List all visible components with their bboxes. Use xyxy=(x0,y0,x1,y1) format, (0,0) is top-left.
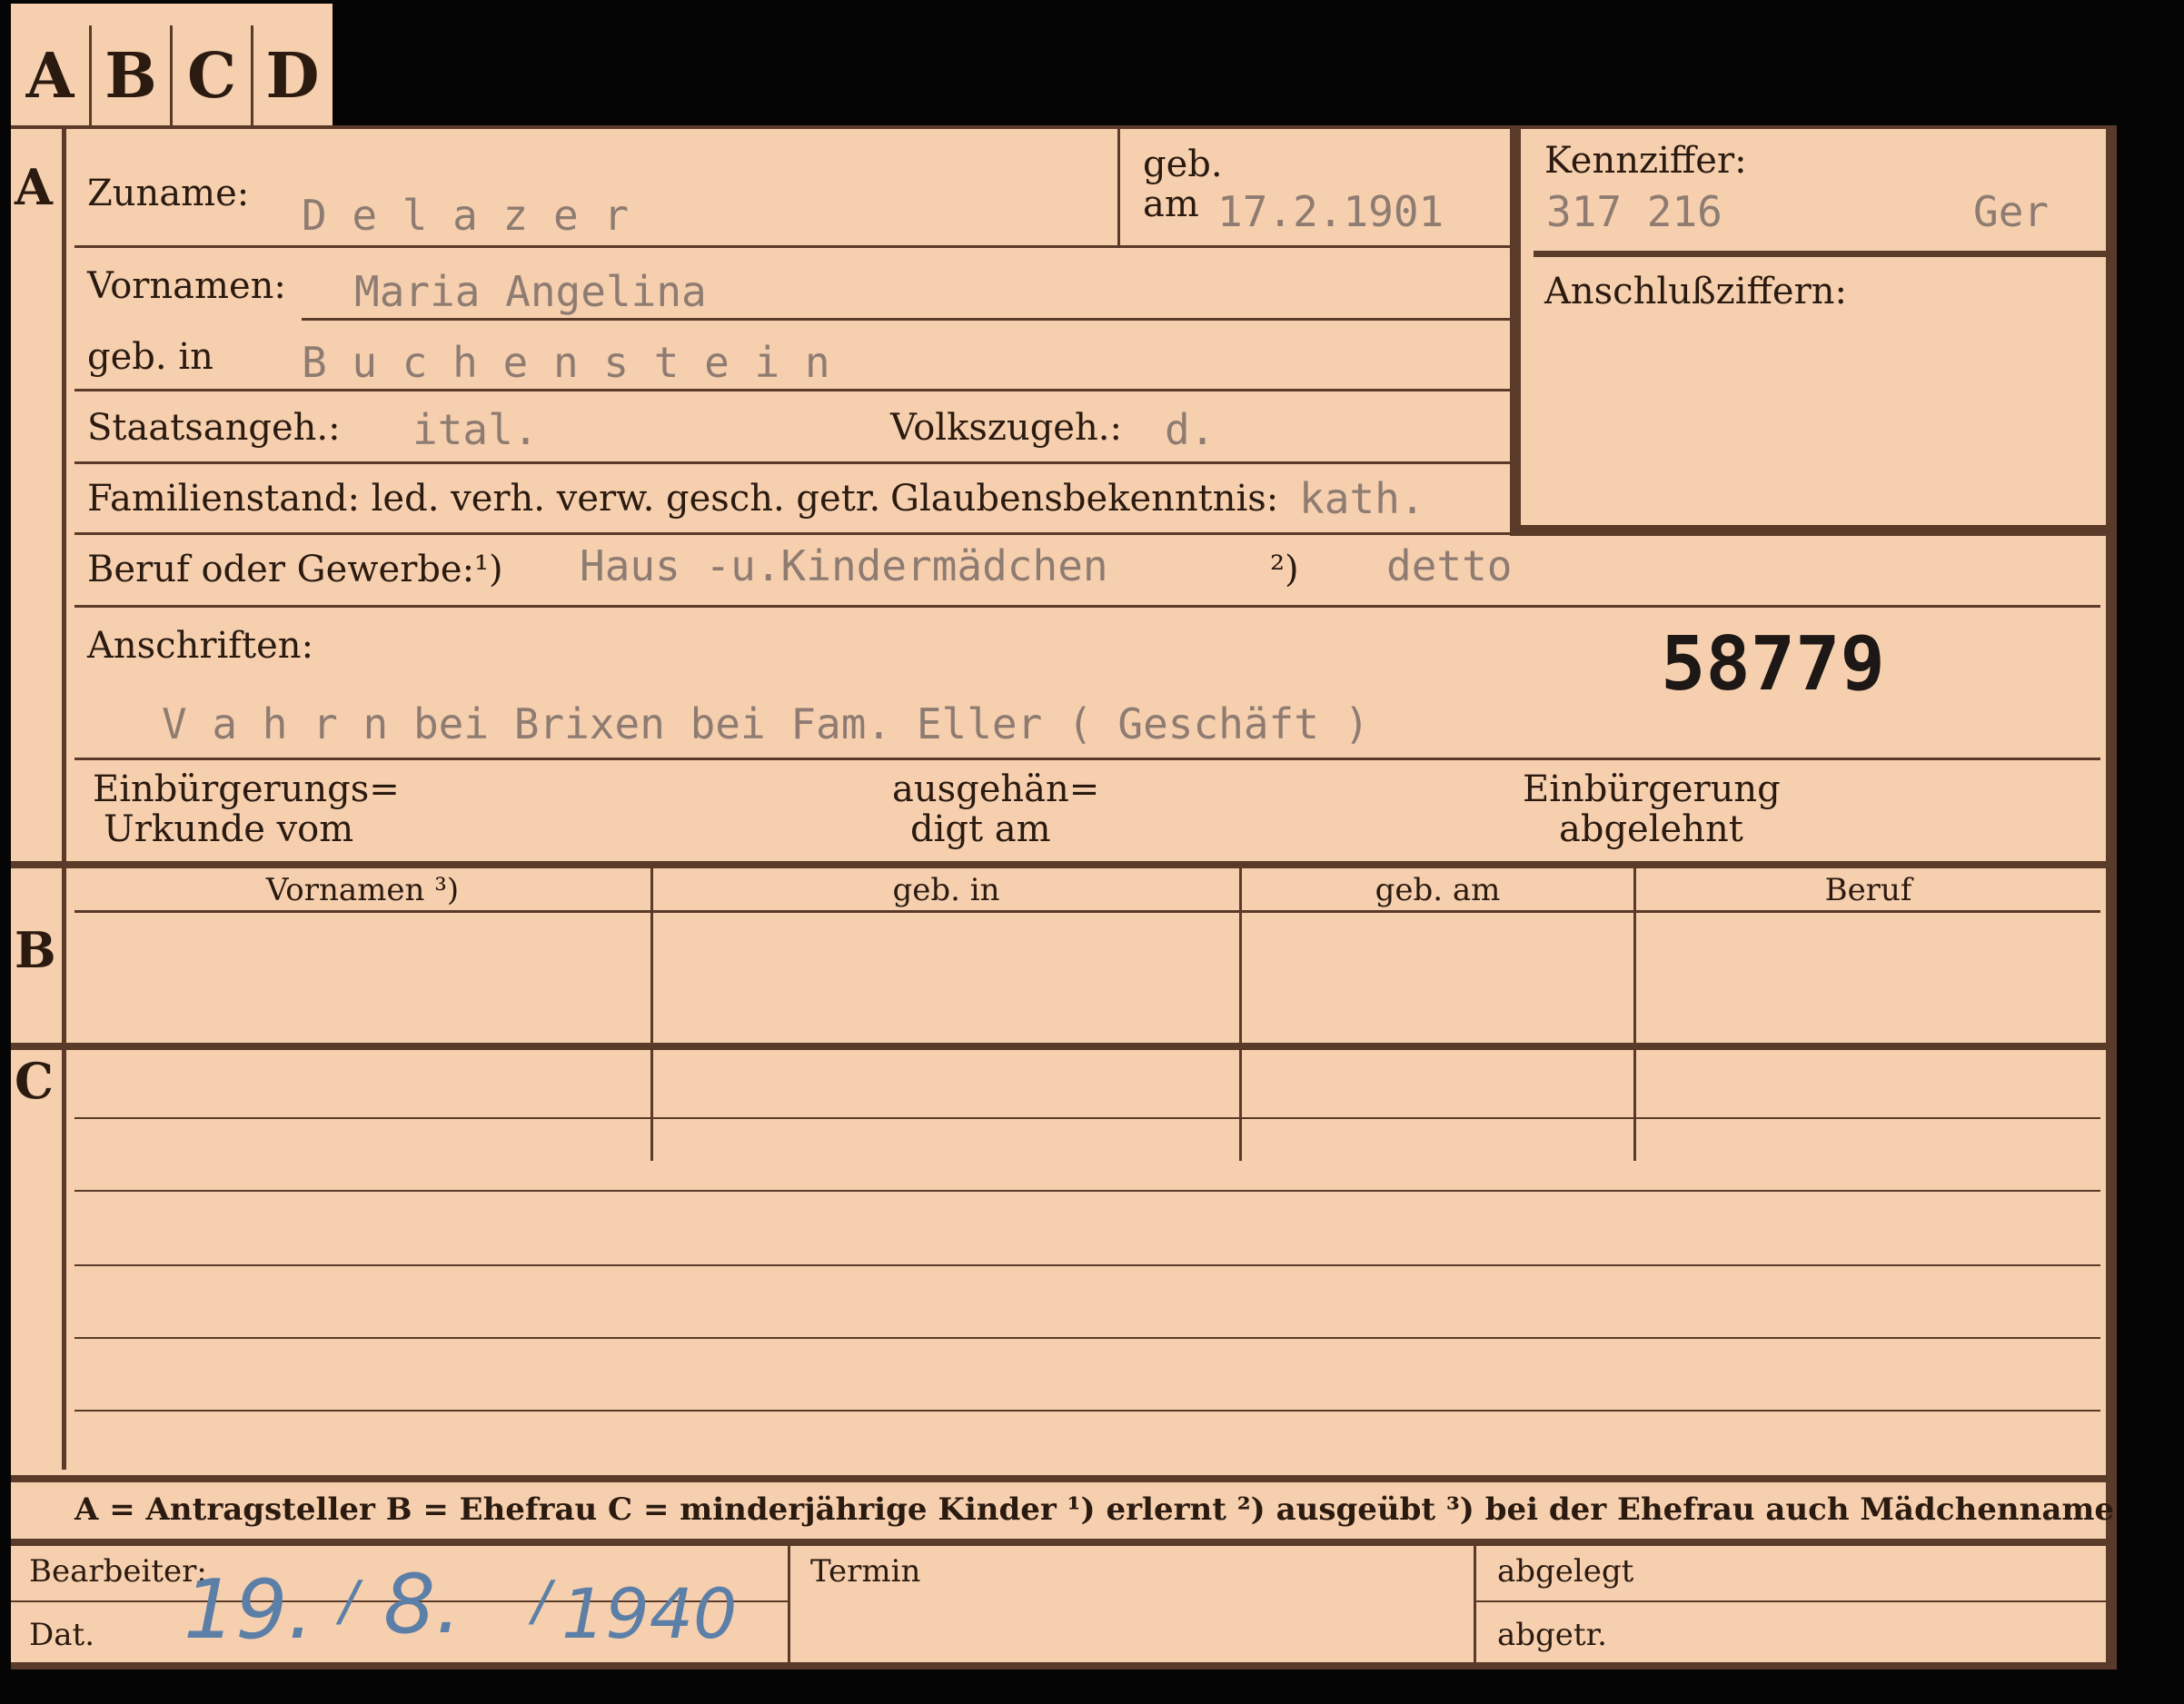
row-line xyxy=(74,1337,2100,1339)
legend-bottom-border xyxy=(11,1539,2106,1546)
beruf-label: Beruf oder Gewerbe: xyxy=(87,549,475,590)
ausgehaendigt-label-1: ausgehän= xyxy=(892,768,1100,810)
tab-a[interactable]: A xyxy=(11,25,92,127)
section-marker-divider xyxy=(62,125,66,1470)
kennziffer-box-left xyxy=(1510,125,1521,536)
tab-strip: A B C D xyxy=(11,4,333,127)
anschriften-value: V a h r n bei Brixen bei Fam. Eller ( Ge… xyxy=(162,699,1370,748)
anschlussziffern-label: Anschlußziffern: xyxy=(1544,271,1847,312)
row-line xyxy=(74,758,2100,760)
dat-label: Dat. xyxy=(29,1617,95,1653)
b-col-beruf: Beruf xyxy=(1824,872,1912,908)
vornamen-label: Vornamen: xyxy=(87,265,286,307)
card-right-border xyxy=(2106,125,2117,1669)
ausgehaendigt-label-2: digt am xyxy=(910,808,1051,850)
row-line xyxy=(74,605,2100,608)
handwritten-year: 1940 xyxy=(561,1573,738,1654)
b-col-vornamen: Vornamen ³) xyxy=(265,872,460,908)
zuname-value: D e l a z e r xyxy=(302,191,630,240)
section-c-marker: C xyxy=(15,1052,54,1110)
volkszugeh-label: Volkszugeh.: xyxy=(890,407,1122,449)
b-col-geb-am: geb. am xyxy=(1375,872,1501,908)
section-b-marker: B xyxy=(15,921,56,979)
handwritten-day: 19. xyxy=(184,1562,314,1658)
vornamen-value: Maria Angelina xyxy=(354,267,707,316)
handwritten-sep-2: / xyxy=(532,1570,551,1633)
section-b-top-border xyxy=(11,861,2106,868)
einbuergerungs-urkunde-label-2: Urkunde vom xyxy=(104,808,354,850)
geb-in-value: B u c h e n s t e i n xyxy=(302,338,830,387)
kennziffer-suffix: Ger xyxy=(1973,187,2050,236)
legend-top-border xyxy=(11,1475,2106,1482)
row-line xyxy=(74,245,1510,248)
einbuergerung-abgelehnt-label-2: abgelehnt xyxy=(1559,808,1743,850)
einbuergerung-abgelehnt-label-1: Einbürgerung xyxy=(1523,768,1781,810)
termin-label: Termin xyxy=(810,1553,921,1590)
row-line xyxy=(74,461,1510,464)
bearbeiter-label: Bearbeiter: xyxy=(29,1553,207,1590)
am-label: am xyxy=(1143,183,1199,225)
footer-divider xyxy=(788,1546,790,1664)
staatsangeh-label: Staatsangeh.: xyxy=(87,407,341,449)
footer-divider xyxy=(1474,1546,1476,1664)
glaubensbekenntnis-value: kath. xyxy=(1299,474,1425,523)
geb-divider xyxy=(1117,125,1120,245)
abgetr-label: abgetr. xyxy=(1497,1617,1607,1653)
handwritten-month: 8. xyxy=(383,1557,462,1652)
row-line xyxy=(302,318,1510,321)
volkszugeh-value: d. xyxy=(1165,405,1216,454)
tab-b[interactable]: B xyxy=(92,25,173,127)
einbuergerungs-urkunde-label-1: Einbürgerungs= xyxy=(93,768,400,810)
row-line xyxy=(74,1117,2100,1119)
zuname-label: Zuname: xyxy=(87,173,250,214)
tab-d[interactable]: D xyxy=(253,25,332,127)
beruf-value-1: Haus -u.Kindermädchen xyxy=(580,541,1108,590)
row-line xyxy=(74,1264,2100,1266)
registration-card: A Zuname: D e l a z e r geb. am 17.2.190… xyxy=(11,125,2117,1669)
row-line xyxy=(74,910,2100,913)
card-top-border xyxy=(11,125,2117,129)
geb-label: geb. xyxy=(1143,144,1223,185)
glaubensbekenntnis-label: Glaubensbekenntnis: xyxy=(890,478,1279,520)
kennziffer-value: 317 216 xyxy=(1546,187,1722,236)
beruf-mark-1: ¹) xyxy=(474,549,503,590)
kennziffer-divider xyxy=(1534,251,2106,257)
geb-am-value: 17.2.1901 xyxy=(1217,187,1444,236)
row-line xyxy=(74,389,1510,391)
familienstand-label: Familienstand: led. verh. verw. gesch. g… xyxy=(87,478,881,520)
legend: A = Antragsteller B = Ehefrau C = minder… xyxy=(74,1491,2114,1528)
b-col-geb-in: geb. in xyxy=(892,872,1000,908)
anschriften-label: Anschriften: xyxy=(87,625,314,667)
beruf-mark-2: ²) xyxy=(1270,549,1299,590)
tab-c[interactable]: C xyxy=(173,25,253,127)
row-line xyxy=(74,1190,2100,1192)
kennziffer-label: Kennziffer: xyxy=(1544,140,1747,182)
handwritten-sep-1: / xyxy=(340,1570,359,1633)
abgelegt-label: abgelegt xyxy=(1497,1553,1634,1590)
section-a-marker: A xyxy=(15,158,53,216)
kennziffer-box-bottom xyxy=(1510,525,2106,536)
staatsangeh-value: ital. xyxy=(412,405,539,454)
row-line xyxy=(74,1410,2100,1412)
geb-in-label: geb. in xyxy=(87,336,213,378)
card-bottom-border xyxy=(11,1662,2117,1669)
section-c-top-border xyxy=(11,1043,2106,1050)
beruf-value-2: detto xyxy=(1386,541,1513,590)
footer-row-line xyxy=(1474,1600,2106,1602)
card-number: 58779 xyxy=(1661,621,1885,708)
